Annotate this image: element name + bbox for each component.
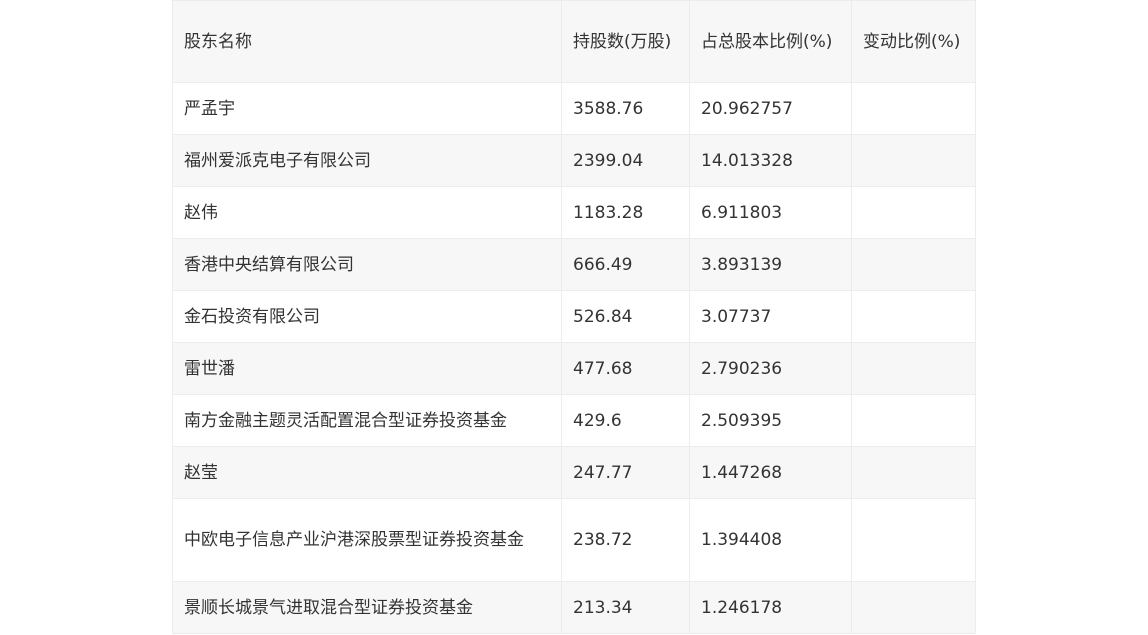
shareholder-table: 股东名称 持股数(万股) 占总股本比例(%) 变动比例(%) 严孟宇 3588.…: [172, 0, 976, 634]
cell-shares: 429.6: [561, 394, 690, 447]
cell-shareholder-name: 香港中央结算有限公司: [172, 238, 562, 291]
cell-change-ratio: [851, 186, 976, 239]
cell-share-ratio: 1.447268: [689, 446, 852, 499]
table-row: 香港中央结算有限公司 666.49 3.893139: [172, 238, 976, 291]
table-row: 严孟宇 3588.76 20.962757: [172, 82, 976, 135]
cell-change-ratio: [851, 134, 976, 187]
cell-shareholder-name: 金石投资有限公司: [172, 290, 562, 343]
table-row: 赵伟 1183.28 6.911803: [172, 186, 976, 239]
cell-shareholder-name: 中欧电子信息产业沪港深股票型证券投资基金: [172, 498, 562, 582]
header-share-ratio: 占总股本比例(%): [689, 0, 852, 83]
cell-shareholder-name: 南方金融主题灵活配置混合型证券投资基金: [172, 394, 562, 447]
cell-change-ratio: [851, 82, 976, 135]
cell-shareholder-name: 赵伟: [172, 186, 562, 239]
cell-share-ratio: 20.962757: [689, 82, 852, 135]
cell-share-ratio: 1.246178: [689, 581, 852, 634]
cell-shareholder-name: 赵莹: [172, 446, 562, 499]
cell-shares: 2399.04: [561, 134, 690, 187]
cell-shares: 526.84: [561, 290, 690, 343]
table-row: 金石投资有限公司 526.84 3.07737: [172, 290, 976, 343]
cell-change-ratio: [851, 394, 976, 447]
cell-shares: 3588.76: [561, 82, 690, 135]
cell-shares: 213.34: [561, 581, 690, 634]
cell-shares: 238.72: [561, 498, 690, 582]
cell-change-ratio: [851, 238, 976, 291]
cell-share-ratio: 6.911803: [689, 186, 852, 239]
cell-shares: 1183.28: [561, 186, 690, 239]
table-row: 赵莹 247.77 1.447268: [172, 446, 976, 499]
cell-share-ratio: 14.013328: [689, 134, 852, 187]
header-shares: 持股数(万股): [561, 0, 690, 83]
cell-share-ratio: 2.509395: [689, 394, 852, 447]
cell-shareholder-name: 景顺长城景气进取混合型证券投资基金: [172, 581, 562, 634]
cell-change-ratio: [851, 498, 976, 582]
cell-change-ratio: [851, 290, 976, 343]
shareholder-table-container: 股东名称 持股数(万股) 占总股本比例(%) 变动比例(%) 严孟宇 3588.…: [172, 0, 976, 634]
table-row: 景顺长城景气进取混合型证券投资基金 213.34 1.246178: [172, 581, 976, 634]
table-row: 南方金融主题灵活配置混合型证券投资基金 429.6 2.509395: [172, 394, 976, 447]
header-change-ratio: 变动比例(%): [851, 0, 976, 83]
cell-shares: 666.49: [561, 238, 690, 291]
cell-shares: 477.68: [561, 342, 690, 395]
header-shareholder-name: 股东名称: [172, 0, 562, 83]
table-header-row: 股东名称 持股数(万股) 占总股本比例(%) 变动比例(%): [172, 0, 976, 83]
cell-share-ratio: 2.790236: [689, 342, 852, 395]
cell-change-ratio: [851, 342, 976, 395]
cell-share-ratio: 1.394408: [689, 498, 852, 582]
cell-change-ratio: [851, 581, 976, 634]
cell-shareholder-name: 福州爱派克电子有限公司: [172, 134, 562, 187]
cell-shareholder-name: 严孟宇: [172, 82, 562, 135]
table-row: 中欧电子信息产业沪港深股票型证券投资基金 238.72 1.394408: [172, 498, 976, 582]
table-row: 福州爱派克电子有限公司 2399.04 14.013328: [172, 134, 976, 187]
table-row: 雷世潘 477.68 2.790236: [172, 342, 976, 395]
cell-share-ratio: 3.07737: [689, 290, 852, 343]
cell-shares: 247.77: [561, 446, 690, 499]
cell-shareholder-name: 雷世潘: [172, 342, 562, 395]
cell-share-ratio: 3.893139: [689, 238, 852, 291]
cell-change-ratio: [851, 446, 976, 499]
